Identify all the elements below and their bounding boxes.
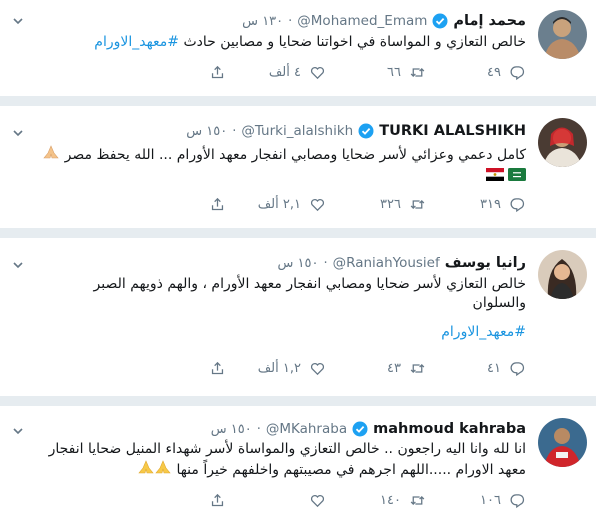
share-button[interactable]	[126, 196, 226, 213]
praying-hands-icon	[138, 459, 172, 481]
tweet-time[interactable]: ١٣٠ س	[242, 14, 283, 29]
retweet-count: ١٤٠	[380, 493, 401, 508]
author-handle[interactable]: @Turki_alalshikh	[241, 123, 353, 139]
retweet-icon	[410, 496, 425, 505]
reply-icon	[510, 494, 525, 509]
heart-icon	[310, 362, 325, 376]
tweet-actions: ٣١٩ ٣٢٦ ٢,١ ألف	[126, 196, 526, 213]
reply-count: ٤١	[487, 361, 501, 376]
avatar[interactable]	[538, 118, 587, 167]
hashtag-link[interactable]: #معهد_الاورام	[94, 34, 179, 50]
tweet-feed: محمد إمام @Mohamed_Emam · ١٣٠ س خالص الت…	[0, 0, 596, 528]
tweet-card[interactable]: محمد إمام @Mohamed_Emam · ١٣٠ س خالص الت…	[0, 0, 596, 96]
share-button[interactable]	[126, 492, 226, 509]
reply-button[interactable]: ٤١	[426, 360, 526, 377]
chevron-down-icon[interactable]	[12, 422, 24, 435]
retweet-icon	[410, 200, 425, 209]
reply-icon	[510, 66, 525, 81]
share-icon	[211, 197, 224, 211]
like-count: ٤ ألف	[268, 65, 301, 80]
retweet-button[interactable]: ١٤٠	[326, 492, 426, 509]
author-name[interactable]: رانيا يوسف	[445, 255, 526, 271]
reply-button[interactable]: ٤٩	[426, 64, 526, 81]
tweet-text: خالص التعازي و المواساة في اخواتنا ضحايا…	[16, 33, 526, 52]
retweet-count: ٣٢٦	[380, 197, 401, 212]
reply-button[interactable]: ٣١٩	[426, 196, 526, 213]
tweet-card[interactable]: TURKI ALALSHIKH @Turki_alalshikh · ١٥٠ س…	[0, 106, 596, 228]
tweet-text-line: انا لله وانا اليه راجعون .. خالص التعازي…	[48, 441, 526, 457]
avatar[interactable]	[538, 10, 587, 59]
retweet-count: ٦٦	[387, 65, 401, 80]
avatar[interactable]	[538, 250, 587, 299]
tweet-text-line: والسلوان	[472, 295, 526, 311]
avatar[interactable]	[538, 418, 587, 467]
separator-dot: ·	[232, 123, 237, 139]
retweet-button[interactable]: ٣٢٦	[326, 196, 426, 213]
heart-icon	[310, 66, 325, 80]
praying-hands-icon	[42, 144, 60, 166]
reply-icon	[510, 362, 525, 377]
separator-dot: ·	[323, 255, 328, 271]
share-icon	[211, 493, 224, 507]
tweet-text: خالص التعازي لأسر ضحايا ومصابي انفجار مع…	[16, 275, 526, 342]
separator-dot: ·	[256, 421, 261, 437]
tweet-card[interactable]: mahmoud kahraba @MKahraba · ١٥٠ س انا لل…	[0, 406, 596, 528]
author-handle[interactable]: @MKahraba	[266, 421, 347, 437]
tweet-time[interactable]: ١٥٠ س	[186, 124, 227, 139]
separator-dot: ·	[288, 13, 293, 29]
tweet-text: انا لله وانا اليه راجعون .. خالص التعازي…	[10, 440, 526, 481]
tweet-actions: ١٠٦ ١٤٠	[126, 492, 526, 509]
flag-emojis	[486, 166, 526, 185]
tweet-time[interactable]: ١٥٠ س	[211, 422, 252, 437]
share-icon	[211, 65, 224, 79]
reply-count: ١٠٦	[480, 493, 501, 508]
tweet-actions: ٤١ ٤٣ ١,٢ ألف	[126, 360, 526, 377]
tweet-card[interactable]: رانيا يوسف @RaniahYousief · ١٥٠ س خالص ا…	[0, 238, 596, 396]
retweet-icon	[410, 68, 425, 77]
verified-badge-icon	[432, 13, 448, 29]
reply-count: ٤٩	[487, 65, 501, 80]
chevron-down-icon[interactable]	[12, 12, 24, 25]
reply-button[interactable]: ١٠٦	[426, 492, 526, 509]
chevron-down-icon[interactable]	[12, 256, 24, 269]
like-count: ٢,١ ألف	[257, 197, 301, 212]
share-button[interactable]	[126, 64, 226, 81]
tweet-actions: ٤٩ ٦٦ ٤ ألف	[126, 64, 526, 81]
author-name[interactable]: محمد إمام	[453, 13, 526, 29]
heart-icon	[310, 198, 325, 212]
reply-icon	[510, 198, 525, 213]
author-name[interactable]: mahmoud kahraba	[373, 421, 526, 437]
tweet-text-line: كامل دعمي وعزائي لأسر ضحايا ومصابي انفجا…	[64, 147, 526, 163]
author-handle[interactable]: @Mohamed_Emam	[297, 13, 427, 29]
share-button[interactable]	[126, 360, 226, 377]
chevron-down-icon[interactable]	[12, 124, 24, 137]
share-icon	[211, 361, 224, 375]
retweet-count: ٤٣	[387, 361, 401, 376]
hashtag-link[interactable]: #معهد_الاورام	[16, 323, 526, 342]
tweet-text-line: خالص التعازي و المواساة في اخواتنا ضحايا…	[179, 34, 526, 50]
reply-count: ٣١٩	[480, 197, 501, 212]
like-button[interactable]: ٤ ألف	[226, 64, 326, 81]
egypt-flag-icon	[486, 166, 504, 185]
tweet-text-line: معهد الاورام .....اللهم اجرهم في مصيبتهم…	[176, 462, 526, 478]
like-count: ١,٢ ألف	[257, 361, 301, 376]
tweet-text: كامل دعمي وعزائي لأسر ضحايا ومصابي انفجا…	[16, 144, 526, 166]
tweet-time[interactable]: ١٥٠ س	[278, 256, 319, 271]
retweet-button[interactable]: ٦٦	[326, 64, 426, 81]
like-button[interactable]	[226, 492, 326, 509]
heart-icon	[310, 494, 325, 508]
like-button[interactable]: ٢,١ ألف	[226, 196, 326, 213]
tweet-text-line: خالص التعازي لأسر ضحايا ومصابي انفجار مع…	[93, 276, 526, 292]
retweet-button[interactable]: ٤٣	[326, 360, 426, 377]
author-name[interactable]: TURKI ALALSHIKH	[379, 123, 526, 139]
saudi-flag-icon	[508, 166, 526, 185]
retweet-icon	[410, 364, 425, 373]
verified-badge-icon	[358, 123, 374, 139]
author-handle[interactable]: @RaniahYousief	[333, 255, 440, 271]
verified-badge-icon	[352, 421, 368, 437]
like-button[interactable]: ١,٢ ألف	[226, 360, 326, 377]
